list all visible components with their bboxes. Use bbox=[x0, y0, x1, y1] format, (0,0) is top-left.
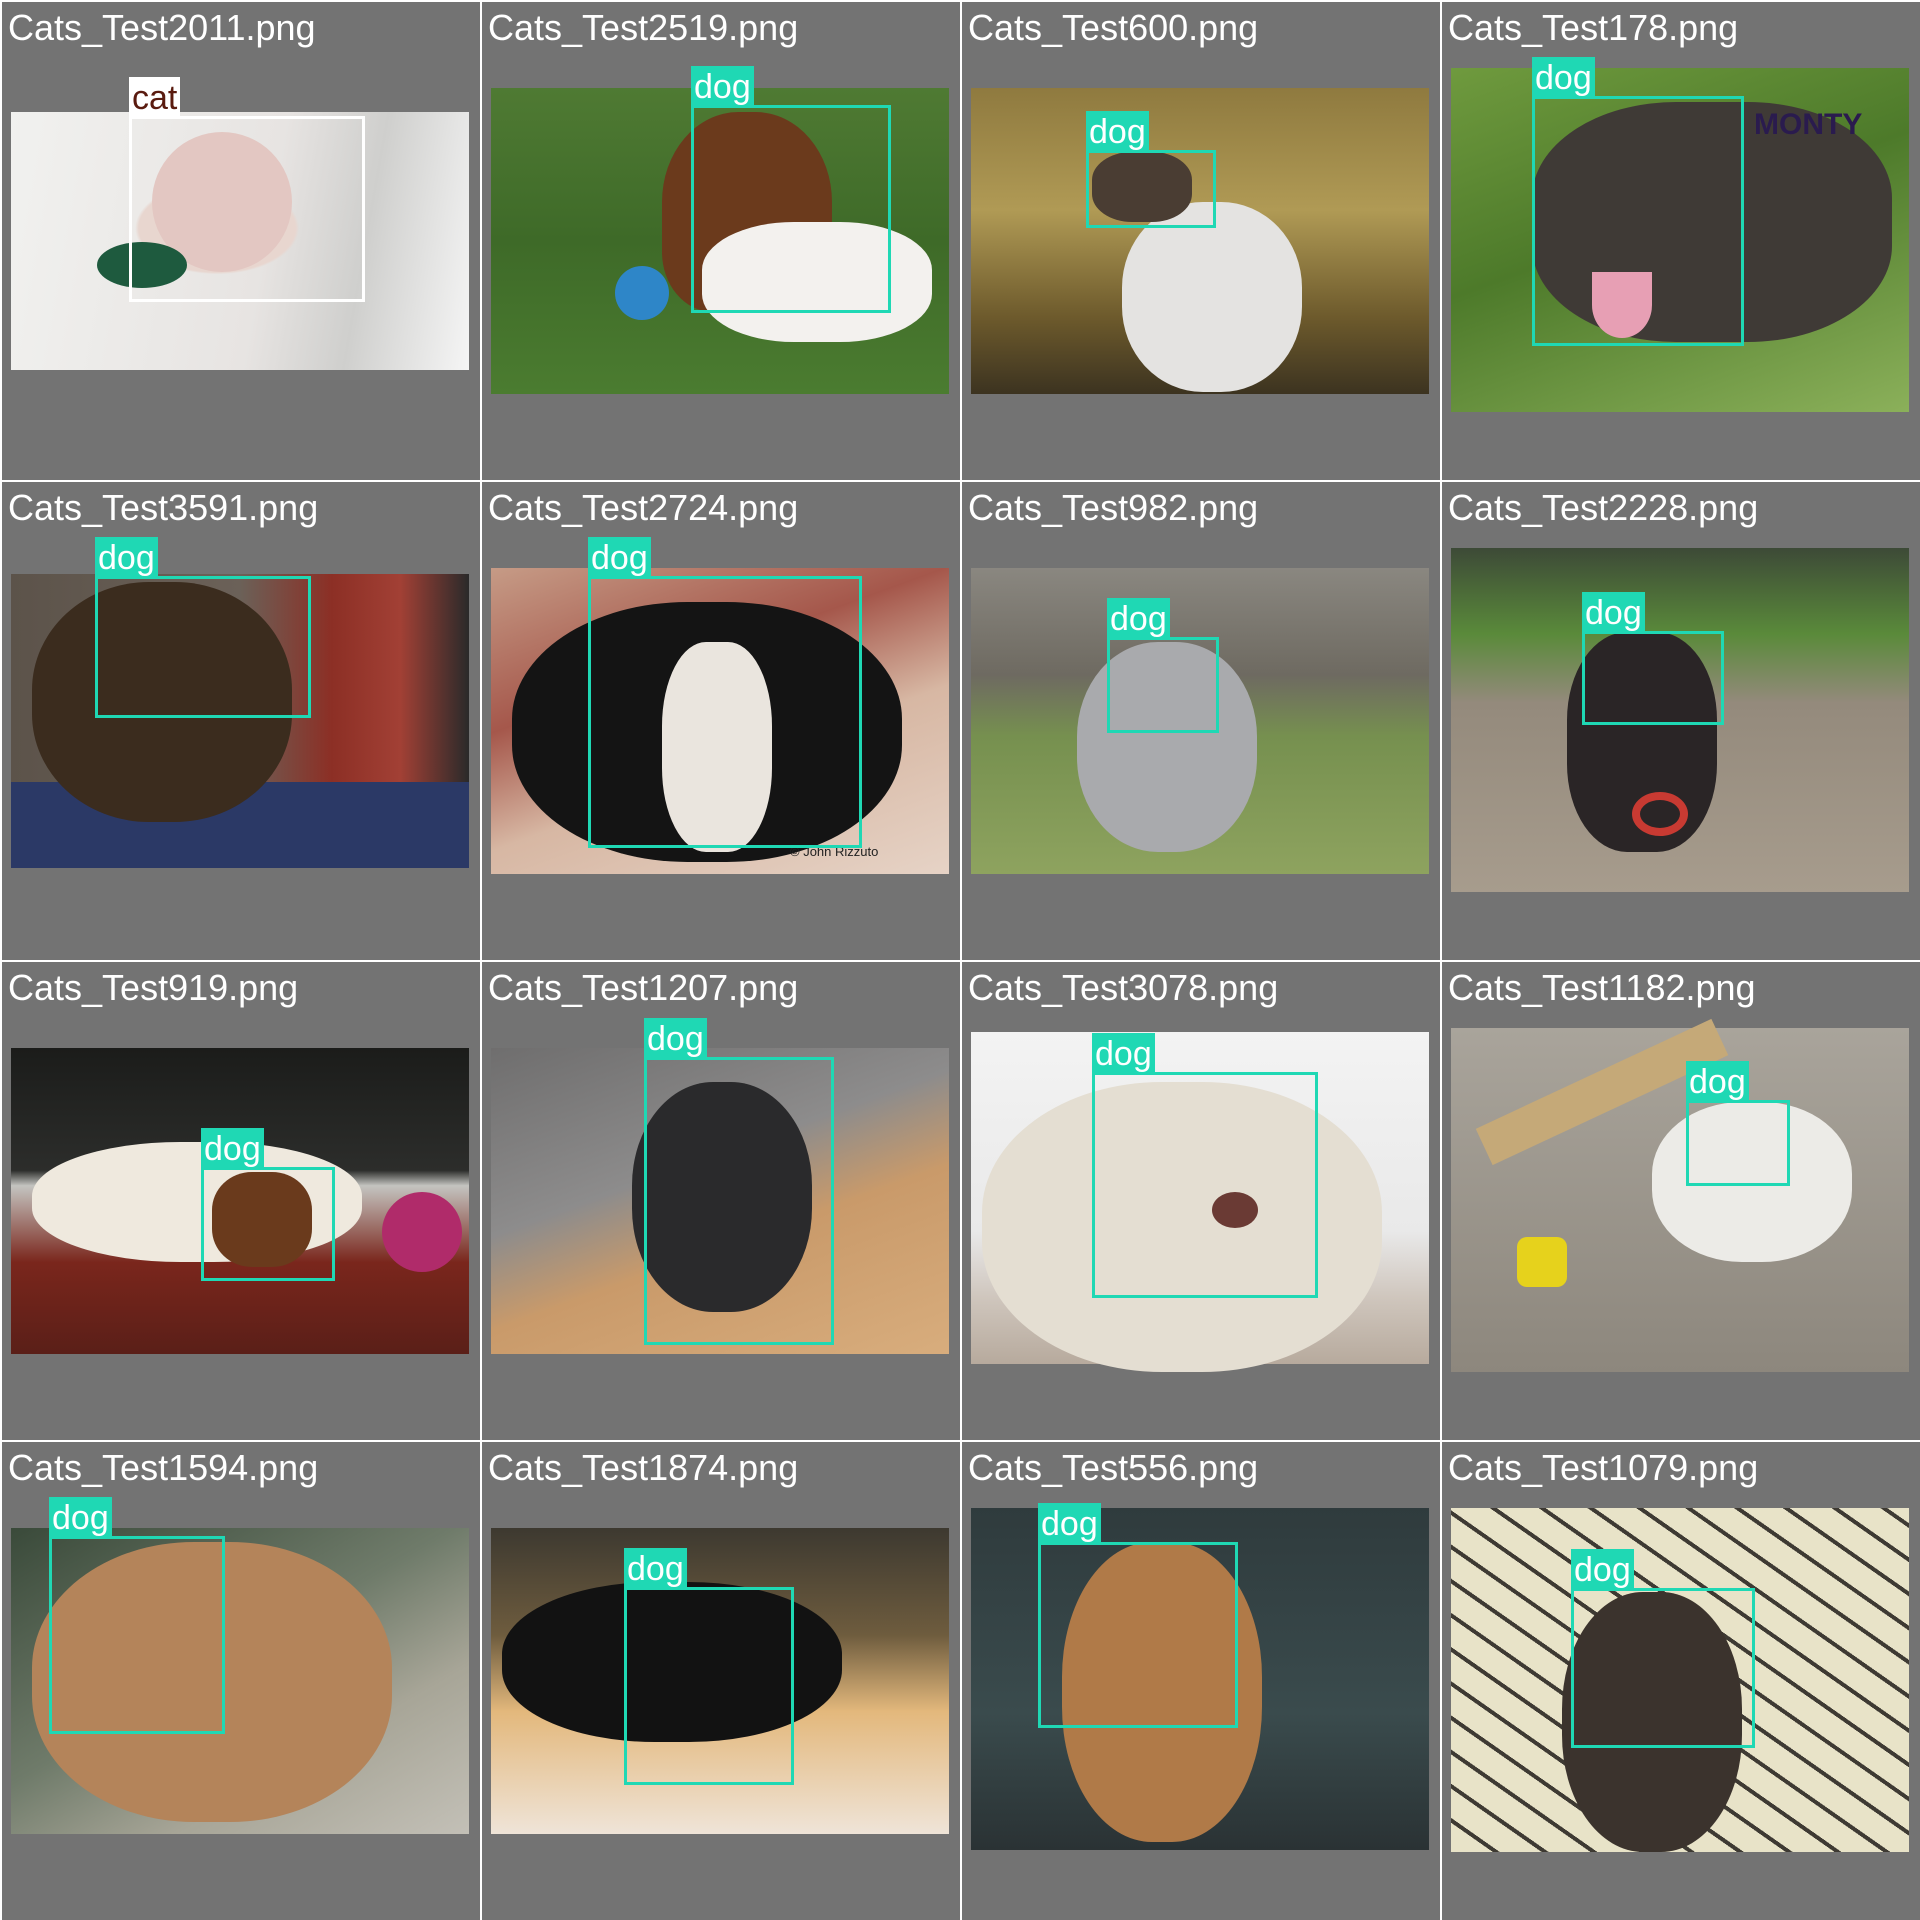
filename-label: Cats_Test2011.png bbox=[8, 7, 316, 48]
filename-label: Cats_Test600.png bbox=[968, 7, 1259, 48]
bounding-box-dog: dog bbox=[49, 1497, 225, 1734]
filename-label: Cats_Test178.png bbox=[1448, 7, 1739, 48]
bbox-label: dog bbox=[95, 537, 158, 579]
bounding-box-dog: dog bbox=[1532, 57, 1744, 346]
result-cell: Cats_Test3078.png dog bbox=[962, 962, 1440, 1440]
dog-body-shape bbox=[1122, 202, 1302, 392]
result-cell: Cats_Test919.png dog bbox=[2, 962, 480, 1440]
filename-label: Cats_Test3591.png bbox=[8, 487, 319, 528]
filename-label: Cats_Test2228.png bbox=[1448, 487, 1759, 528]
filename-label: Cats_Test1182.png bbox=[1448, 967, 1756, 1008]
bbox-label: dog bbox=[49, 1497, 112, 1539]
result-cell: Cats_Test178.png MONTY dog bbox=[1442, 2, 1920, 480]
filename-label: Cats_Test919.png bbox=[8, 967, 299, 1008]
bounding-box-dog: dog bbox=[1107, 598, 1219, 733]
filename-label: Cats_Test556.png bbox=[968, 1447, 1259, 1488]
bbox-label: dog bbox=[1532, 57, 1595, 99]
bbox-label: dog bbox=[691, 66, 754, 108]
result-cell: Cats_Test1207.png dog bbox=[482, 962, 960, 1440]
result-cell: Cats_Test2519.png dog bbox=[482, 2, 960, 480]
bounding-box-dog: dog bbox=[201, 1128, 335, 1281]
bbox-label: cat bbox=[129, 77, 181, 119]
result-cell: Cats_Test1874.png dog bbox=[482, 1442, 960, 1920]
bounding-box-dog: dog bbox=[1686, 1061, 1790, 1186]
result-cell: Cats_Test3591.png dog bbox=[2, 482, 480, 960]
result-cell: Cats_Test1079.png dog bbox=[1442, 1442, 1920, 1920]
bounding-box-dog: dog bbox=[1086, 111, 1216, 228]
result-cell: Cats_Test982.png dog bbox=[962, 482, 1440, 960]
bbox-label: dog bbox=[1038, 1503, 1101, 1545]
result-cell: Cats_Test2724.png © John Rizzuto dog bbox=[482, 482, 960, 960]
tape-measure-shape bbox=[1517, 1237, 1567, 1287]
detection-grid: Cats_Test2011.png cat Cats_Test2519.png … bbox=[0, 0, 1920, 1920]
result-cell: Cats_Test556.png dog bbox=[962, 1442, 1440, 1920]
result-cell: Cats_Test1182.png dog bbox=[1442, 962, 1920, 1440]
filename-label: Cats_Test1874.png bbox=[488, 1447, 799, 1488]
bounding-box-cat: cat bbox=[129, 77, 365, 302]
bounding-box-dog: dog bbox=[644, 1018, 834, 1345]
filename-label: Cats_Test3078.png bbox=[968, 967, 1279, 1008]
bbox-label: dog bbox=[1107, 598, 1170, 640]
bounding-box-dog: dog bbox=[1092, 1033, 1318, 1298]
filename-label: Cats_Test2724.png bbox=[488, 487, 799, 528]
bbox-label: dog bbox=[1582, 592, 1645, 634]
bounding-box-dog: dog bbox=[1038, 1503, 1238, 1728]
result-cell: Cats_Test2228.png dog bbox=[1442, 482, 1920, 960]
bbox-label: dog bbox=[644, 1018, 707, 1060]
bounding-box-dog: dog bbox=[95, 537, 311, 718]
bounding-box-dog: dog bbox=[691, 66, 891, 313]
bbox-label: dog bbox=[1571, 1549, 1634, 1591]
watermark-text: MONTY bbox=[1754, 108, 1863, 141]
bounding-box-dog: dog bbox=[1582, 592, 1724, 725]
filename-label: Cats_Test1594.png bbox=[8, 1447, 319, 1488]
bbox-label: dog bbox=[1092, 1033, 1155, 1075]
filename-label: Cats_Test1207.png bbox=[488, 967, 799, 1008]
bounding-box-dog: dog bbox=[624, 1548, 794, 1785]
ring-toy-shape bbox=[1632, 792, 1688, 836]
filename-label: Cats_Test1079.png bbox=[1448, 1447, 1759, 1488]
bbox-label: dog bbox=[201, 1128, 264, 1170]
result-cell: Cats_Test1594.png dog bbox=[2, 1442, 480, 1920]
ball-shape bbox=[615, 266, 669, 320]
result-cell: Cats_Test600.png dog bbox=[962, 2, 1440, 480]
bbox-label: dog bbox=[1686, 1061, 1749, 1103]
filename-label: Cats_Test2519.png bbox=[488, 7, 799, 48]
flower-shape bbox=[382, 1192, 462, 1272]
bounding-box-dog: dog bbox=[588, 537, 862, 848]
bbox-label: dog bbox=[1086, 111, 1149, 153]
bounding-box-dog: dog bbox=[1571, 1549, 1755, 1748]
bbox-label: dog bbox=[588, 537, 651, 579]
result-cell: Cats_Test2011.png cat bbox=[2, 2, 480, 480]
bbox-label: dog bbox=[624, 1548, 687, 1590]
filename-label: Cats_Test982.png bbox=[968, 487, 1259, 528]
